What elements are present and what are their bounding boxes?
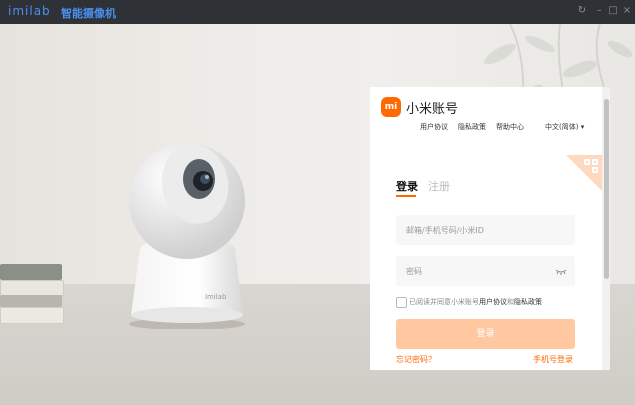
active-tab-indicator xyxy=(396,195,416,197)
chevron-down-icon: ▾ xyxy=(580,123,585,131)
tab-register[interactable]: 注册 xyxy=(428,178,450,194)
books-stack xyxy=(0,264,64,324)
scrollbar[interactable] xyxy=(602,87,610,370)
mi-logo-icon: mi xyxy=(381,97,401,117)
scrollbar-thumb[interactable] xyxy=(604,99,609,279)
forgot-password-link[interactable]: 忘记密码？ xyxy=(396,354,436,365)
agreement-privacy-link[interactable]: 隐私政策 xyxy=(514,298,542,306)
camera-brand-label: imilab xyxy=(205,293,227,301)
agreement-prefix: 已阅读并同意小米账号 xyxy=(409,298,479,306)
agreement-terms-link[interactable]: 用户协议 xyxy=(479,298,507,306)
eye-closed-icon[interactable] xyxy=(555,265,567,277)
agreement-and: 和 xyxy=(507,298,514,306)
qr-code-icon[interactable] xyxy=(566,155,602,191)
language-label: 中文(简体) xyxy=(545,123,579,131)
login-button[interactable]: 登录 xyxy=(396,319,575,349)
user-agreement-link[interactable]: 用户协议 xyxy=(420,122,448,132)
title-bar: imilab 智能摄像机 ↻ – □ × xyxy=(0,0,635,24)
agreement-text: 已阅读并同意小米账号用户协议和隐私政策 xyxy=(409,297,542,307)
security-camera-illustration: imilab xyxy=(129,143,245,329)
phone-login-link[interactable]: 手机号登录 xyxy=(533,354,573,365)
app-title: 智能摄像机 xyxy=(61,7,116,20)
app-brand-logo: imilab xyxy=(8,4,51,18)
login-panel: mi 小米账号 用户协议 隐私政策 帮助中心 中文(简体) ▾ 登录 注册 邮箱… xyxy=(370,87,610,370)
restore-button[interactable]: ↻ xyxy=(576,5,588,17)
tab-login[interactable]: 登录 xyxy=(396,178,418,194)
agreement-checkbox[interactable] xyxy=(396,297,407,308)
close-button[interactable]: × xyxy=(621,5,633,17)
minimize-button[interactable]: – xyxy=(593,5,605,17)
maximize-button[interactable]: □ xyxy=(607,5,619,17)
password-field xyxy=(396,256,575,286)
language-selector[interactable]: 中文(简体) ▾ xyxy=(545,122,584,132)
account-input[interactable] xyxy=(396,215,556,245)
panel-title: 小米账号 xyxy=(406,102,459,117)
privacy-policy-link[interactable]: 隐私政策 xyxy=(458,122,486,132)
account-field xyxy=(396,215,575,245)
password-input[interactable] xyxy=(396,256,556,286)
help-center-link[interactable]: 帮助中心 xyxy=(496,122,524,132)
